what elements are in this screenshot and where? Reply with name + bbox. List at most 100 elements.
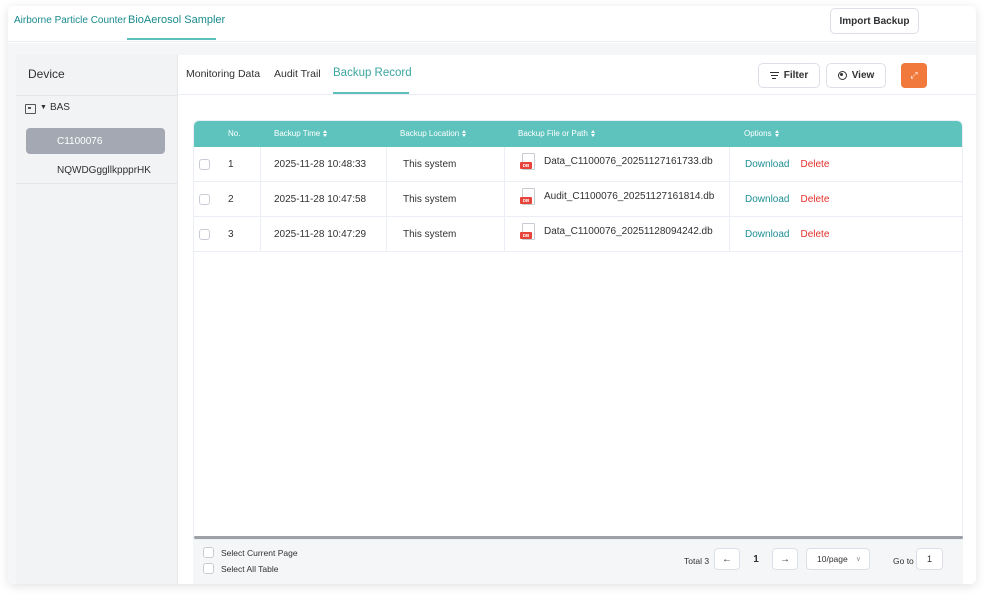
column-header-label: Backup File or Path [518, 129, 588, 138]
device-type-tabs: Airborne Particle Counter BioAerosol Sam… [8, 6, 976, 42]
filter-icon [769, 72, 779, 79]
select-all-table-checkbox[interactable] [203, 563, 214, 574]
goto-page-input[interactable] [916, 548, 943, 570]
tree-root-bas[interactable]: ▼ BAS [25, 102, 70, 114]
cell-backup-location: This system [403, 228, 457, 240]
device-item-nqwdgggllkppprhk[interactable]: NQWDGggllkppprHK [26, 157, 165, 183]
cell-backup-file: DB Audit_C1100076_20251127161814.db [520, 182, 714, 216]
sidebar-title: Device [28, 67, 65, 81]
db-file-icon: DB [520, 153, 536, 171]
cell-backup-time: 2025-11-28 10:47:58 [274, 193, 367, 205]
gear-icon [837, 71, 847, 80]
delete-link[interactable]: Delete [800, 159, 829, 170]
chevron-down-icon: ∨ [855, 556, 861, 563]
divider [504, 147, 505, 181]
divider [260, 182, 261, 216]
sort-icon[interactable] [590, 130, 595, 137]
row-checkbox[interactable] [199, 193, 210, 205]
page-size-select[interactable]: 10/page ∨ [806, 548, 870, 570]
horizontal-scrollbar[interactable] [194, 536, 963, 539]
row-checkbox-cell [199, 182, 210, 216]
db-file-icon: DB [520, 188, 536, 206]
cell-no: 3 [228, 228, 234, 240]
filter-button[interactable]: Filter [758, 63, 820, 88]
column-header-backup-time[interactable]: Backup Time [274, 129, 328, 138]
delete-link[interactable]: Delete [800, 194, 829, 205]
file-name: Data_C1100076_20251128094242.db [544, 226, 713, 237]
tab-airborne-particle-counter[interactable]: Airborne Particle Counter [14, 15, 126, 26]
column-header-label: Options [744, 129, 772, 138]
download-link[interactable]: Download [745, 229, 789, 240]
device-sidebar: Device ▼ BAS C1100076 NQWDGggllkppprHK [16, 55, 178, 584]
select-all-table[interactable]: Select All Table [203, 563, 279, 574]
prev-page-button[interactable]: ← [714, 548, 740, 570]
column-header-backup-file[interactable]: Backup File or Path [518, 129, 595, 138]
divider [16, 183, 178, 184]
filter-label: Filter [783, 70, 809, 81]
cell-options: Download Delete [745, 147, 829, 181]
divider [16, 95, 178, 96]
select-current-page-label: Select Current Page [221, 547, 298, 558]
cell-backup-time: 2025-11-28 10:48:33 [274, 158, 367, 170]
cell-backup-location: This system [403, 158, 457, 170]
goto-label: Go to [893, 556, 914, 566]
divider [729, 182, 730, 216]
app-window: Airborne Particle Counter BioAerosol Sam… [8, 6, 976, 584]
column-header-no: No. [228, 129, 241, 138]
sort-icon[interactable] [323, 130, 328, 137]
table-row: 1 2025-11-28 10:48:33 This system DB Dat… [194, 147, 962, 182]
db-file-icon: DB [520, 223, 536, 241]
download-link[interactable]: Download [745, 159, 789, 170]
next-page-button[interactable]: → [772, 548, 798, 570]
divider [729, 217, 730, 251]
cell-no: 2 [228, 193, 234, 205]
table-footer: Select Current Page Select All Table Tot… [193, 540, 963, 584]
table-row: 2 2025-11-28 10:47:58 This system DB Aud… [194, 182, 962, 217]
current-page[interactable]: 1 [743, 548, 769, 570]
cell-backup-file: DB Data_C1100076_20251128094242.db [520, 217, 713, 251]
row-checkbox-cell [199, 217, 210, 251]
column-header-backup-location[interactable]: Backup Location [400, 129, 467, 138]
tab-monitoring-data[interactable]: Monitoring Data [186, 68, 260, 80]
tab-bioaerosol-sampler[interactable]: BioAerosol Sampler [128, 14, 225, 26]
cell-backup-location: This system [403, 193, 457, 205]
tab-backup-record[interactable]: Backup Record [333, 67, 412, 79]
select-current-page-checkbox[interactable] [203, 547, 214, 558]
select-all-table-label: Select All Table [221, 563, 279, 574]
import-backup-button[interactable]: Import Backup [830, 8, 919, 34]
arrow-left-icon: ← [722, 553, 732, 565]
divider [386, 217, 387, 251]
view-button[interactable]: View [826, 63, 886, 88]
divider [504, 217, 505, 251]
device-group-icon [25, 103, 37, 114]
download-link[interactable]: Download [745, 194, 789, 205]
delete-link[interactable]: Delete [800, 229, 829, 240]
view-label: View [851, 70, 875, 81]
column-header-options[interactable]: Options [744, 129, 779, 138]
column-header-label: Backup Location [400, 129, 460, 138]
divider [729, 147, 730, 181]
divider [386, 147, 387, 181]
sort-icon[interactable] [462, 130, 467, 137]
row-checkbox[interactable] [199, 228, 210, 240]
file-name: Audit_C1100076_20251127161814.db [544, 191, 715, 202]
row-checkbox[interactable] [199, 158, 210, 170]
active-tab-indicator [127, 38, 216, 40]
cell-backup-file: DB Data_C1100076_20251127161733.db [520, 147, 713, 181]
device-item-label: C1100076 [57, 135, 103, 147]
tab-audit-trail[interactable]: Audit Trail [274, 68, 321, 80]
device-item-c1100076[interactable]: C1100076 [26, 128, 165, 154]
cell-backup-time: 2025-11-28 10:47:29 [274, 228, 367, 240]
file-name: Data_C1100076_20251127161733.db [544, 156, 713, 167]
divider [260, 217, 261, 251]
record-tabs: Monitoring Data Audit Trail Backup Recor… [178, 55, 976, 95]
caret-down-icon[interactable]: ▼ [40, 104, 47, 111]
page-size-value: 10/page [817, 554, 848, 564]
arrow-right-icon: → [780, 553, 790, 565]
fullscreen-button[interactable]: ⤢ [901, 63, 927, 88]
select-current-page[interactable]: Select Current Page [203, 547, 298, 558]
backup-table: No. Backup Time Backup Location Backup F… [193, 120, 963, 540]
sort-icon[interactable] [774, 130, 779, 137]
column-header-label: Backup Time [274, 129, 321, 138]
divider [504, 182, 505, 216]
